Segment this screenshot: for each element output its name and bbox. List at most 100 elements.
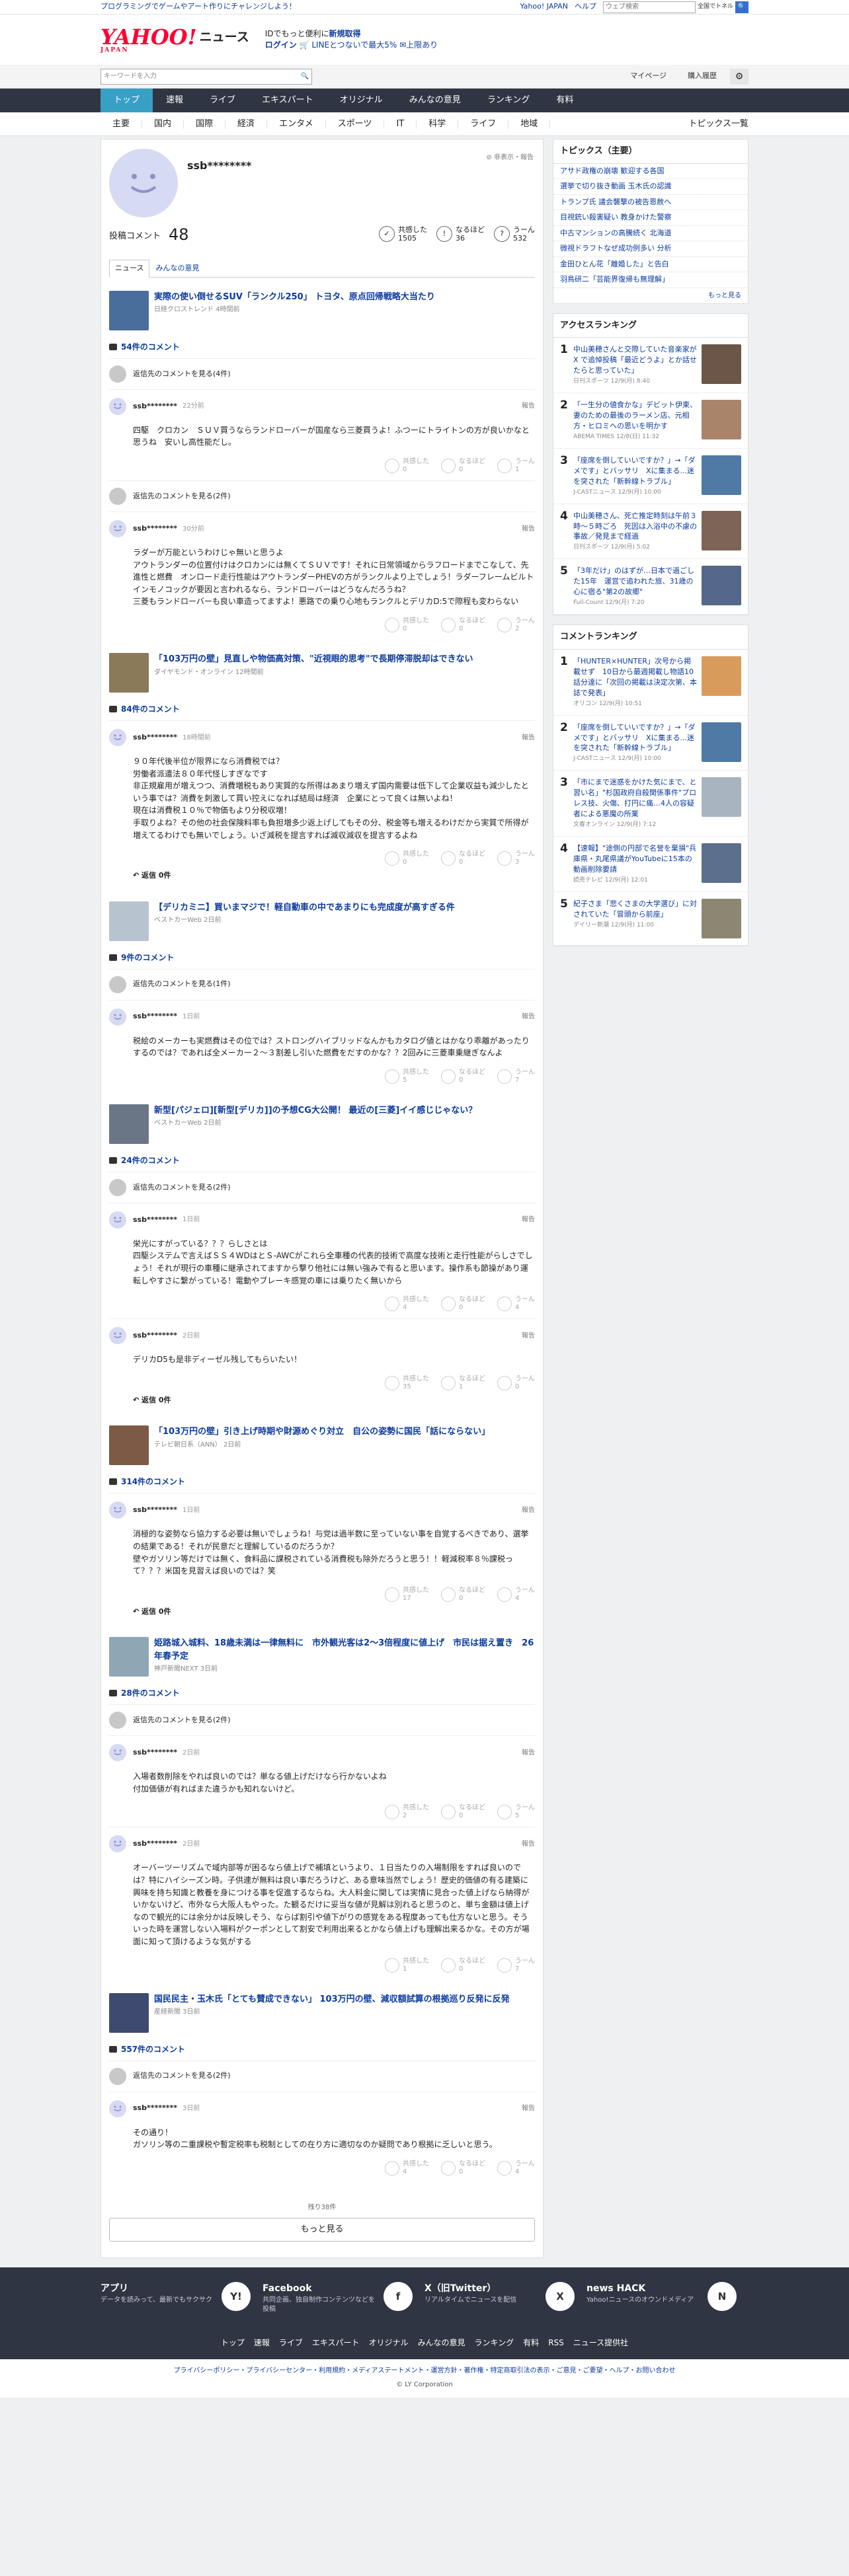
comment-username[interactable]: ssb******** xyxy=(133,1011,177,1022)
topic-item[interactable]: 目視銃い殺害疑い 教身かけた警察 xyxy=(553,210,748,226)
web-search-input[interactable] xyxy=(602,1,696,13)
comment-count-link[interactable]: 28件のコメント xyxy=(109,1687,535,1699)
reaction-empathy-button[interactable]: 共感した 0 xyxy=(385,851,429,866)
comment-count-link[interactable]: 557件のコメント xyxy=(109,2043,535,2055)
reaction-insight-button[interactable]: なるほど 0 xyxy=(441,458,485,474)
ranking-item[interactable]: 4 【速報】"途側の円部で名誉を棄損"兵庫県・丸尾県議がYouTubeに15本の動… xyxy=(553,837,748,893)
reaction-hmm-button[interactable]: うーん 4 xyxy=(497,2160,535,2176)
footer-link[interactable]: トップ xyxy=(221,2337,245,2349)
comment-username[interactable]: ssb******** xyxy=(133,1330,177,1342)
gnav-item-live[interactable]: ライブ xyxy=(196,89,249,112)
topic-item[interactable]: 金田ひとん花「離婚した」と告白 xyxy=(553,257,748,272)
hide-report-link[interactable]: ⊘ 非表示・報告 xyxy=(486,153,534,163)
gnav-item-opinions[interactable]: みんなの意見 xyxy=(396,89,474,112)
reaction-insight-button[interactable]: なるほど 0 xyxy=(441,851,485,866)
ranking-thumbnail[interactable] xyxy=(702,843,741,884)
category-entertainment[interactable]: エンタメ xyxy=(267,119,326,129)
legal-links[interactable]: プライバシーポリシー・プライバシーセンター・利用規約・メディアステートメント・運… xyxy=(0,2359,849,2380)
article-header[interactable]: 実際の使い倒せるSUV「ランクル250」 トヨタ、原点回帰戦略大当たり 日経クロス… xyxy=(109,290,535,330)
reaction-hmm-button[interactable]: うーん 7 xyxy=(497,1069,535,1084)
comment-username[interactable]: ssb******** xyxy=(133,732,177,743)
gnav-item-original[interactable]: オリジナル xyxy=(327,89,396,112)
category-world[interactable]: 国際 xyxy=(184,119,226,129)
signup-link[interactable]: 新規取得 xyxy=(329,29,361,38)
comment-username[interactable]: ssb******** xyxy=(133,1838,177,1850)
other-comment-link[interactable]: 返信先のコメントを見る(2件) xyxy=(109,1171,535,1203)
ranking-title[interactable]: 【速報】"途側の円部で名誉を棄損"兵庫県・丸尾県議がYouTubeに15本の動画… xyxy=(573,844,696,874)
article-thumbnail[interactable] xyxy=(109,653,149,693)
gnav-item-expert[interactable]: エキスパート xyxy=(249,89,327,112)
other-comment-link[interactable]: 返信先のコメントを見る(1件) xyxy=(109,968,535,1000)
article-thumbnail[interactable] xyxy=(109,1637,149,1677)
search-scope[interactable]: 全国でトネル xyxy=(698,3,733,12)
footer-link[interactable]: 有料 xyxy=(523,2337,539,2349)
article-header[interactable]: 国民民主・玉木氏「とても賛成できない」 103万円の壁、減収額試算の根拠巡り反発… xyxy=(109,1992,535,2033)
ranking-title[interactable]: 「市にまで迷惑をかけた気にまで、と習い名」"杉国政府自殺関係事件"プロレス技、火… xyxy=(573,778,697,818)
search-icon[interactable]: 🔍 xyxy=(301,71,309,81)
topic-item[interactable]: 微視ドラフトなぜ成功例多い 分析 xyxy=(553,241,748,257)
article-title[interactable]: 新型[パジェロ][新型[デリカ]]の予想CG大公開！ 最近の[三菱]イイ感じじゃ… xyxy=(154,1104,477,1118)
article-thumbnail[interactable] xyxy=(109,1104,149,1144)
reaction-hmm-button[interactable]: うーん 7 xyxy=(497,1957,535,1973)
article-title[interactable]: 「103万円の壁」見直しや物価高対策、"近視眼的思考"で長期停滞脱却はできない xyxy=(154,653,473,666)
comment-count-link[interactable]: 54件のコメント xyxy=(109,341,535,353)
reaction-insight-button[interactable]: なるほど 0 xyxy=(441,1587,485,1603)
category-science[interactable]: 科学 xyxy=(417,119,459,129)
ranking-item[interactable]: 2 「座席を倒していいですか？」→「ダメです」とバッサリ Xに集まる...迷を突さ… xyxy=(553,716,748,771)
topic-item[interactable]: アサド政権の崩壊 歓迎する各国 xyxy=(553,164,748,179)
ranking-title[interactable]: 「HUNTER×HUNTER」次号から掲載せず 10日から最週掲載し物語10話分… xyxy=(573,657,697,697)
comment-username[interactable]: ssb******** xyxy=(133,1747,177,1759)
ranking-title[interactable]: 中山美穂さんと交際していた音楽家がX で追悼投稿「最近どうよ」とか話せたらと思っ… xyxy=(573,345,697,375)
show-more-button[interactable]: もっと見る xyxy=(109,2217,535,2242)
promo-link[interactable]: プログラミングでゲームやアート作りにチャレンジしよう！ xyxy=(101,1,296,13)
article-header[interactable]: 姫路城入城料、18歳未満は一律無料に 市外観光客は2～3倍程度に値上げ 市民は据… xyxy=(109,1637,535,1677)
reaction-empathy-button[interactable]: 共感した 0 xyxy=(385,617,429,633)
reaction-empathy-button[interactable]: 共感した 1 xyxy=(385,1957,429,1973)
article-header[interactable]: 「103万円の壁」見直しや物価高対策、"近視眼的思考"で長期停滞脱却はできないダ… xyxy=(109,653,535,693)
reaction-insight-button[interactable]: なるほど 1 xyxy=(441,1375,485,1391)
footer-link[interactable]: オリジナル xyxy=(369,2337,409,2349)
footer-link[interactable]: RSS xyxy=(548,2337,564,2349)
gnav-item-top[interactable]: トップ xyxy=(101,89,153,112)
category-domestic[interactable]: 国内 xyxy=(142,119,184,129)
tab-opinions[interactable]: みんなの意見 xyxy=(149,260,205,278)
article-header[interactable]: 新型[パジェロ][新型[デリカ]]の予想CG大公開！ 最近の[三菱]イイ感じじゃ… xyxy=(109,1104,535,1144)
search-icon[interactable]: 🔍 xyxy=(735,1,748,13)
ranking-title[interactable]: 中山美穂さん、死亡推定時刻は午前３時～５時ごろ 死因は入浴中の不慮の事故／発見ま… xyxy=(573,511,697,541)
replies-toggle[interactable]: ↶ 返信 0件 xyxy=(133,870,535,882)
ranking-item[interactable]: 4 中山美穂さん、死亡推定時刻は午前３時～５時ごろ 死因は入浴中の不慮の事故／発見… xyxy=(553,504,748,560)
footer-link[interactable]: ランキング xyxy=(475,2337,514,2349)
ranking-item[interactable]: 3 「市にまで迷惑をかけた気にまで、と習い名」"杉国政府自殺関係事件"プロレス技、… xyxy=(553,771,748,837)
report-link[interactable]: 報告 xyxy=(522,1012,535,1022)
article-title[interactable]: 「103万円の壁」引き上げ時期や財源めぐり対立 自公の姿勢に国民「話にならない」 xyxy=(154,1425,490,1439)
reaction-empathy-button[interactable]: 共感した 4 xyxy=(385,2160,429,2176)
category-it[interactable]: IT xyxy=(384,119,417,129)
report-link[interactable]: 報告 xyxy=(522,524,535,534)
ranking-item[interactable]: 1 中山美穂さんと交際していた音楽家がX で追悼投稿「最近どうよ」とか話せたらと思… xyxy=(553,338,748,393)
category-local[interactable]: 地域 xyxy=(508,119,551,129)
comment-count-link[interactable]: 9件のコメント xyxy=(109,952,535,964)
yahoo-japan-link[interactable]: Yahoo! JAPAN xyxy=(520,1,568,13)
help-link[interactable]: ヘルプ xyxy=(575,1,596,13)
category-sports[interactable]: スポーツ xyxy=(326,119,385,129)
reaction-empathy-button[interactable]: 共感した 4 xyxy=(385,1296,429,1312)
gear-icon[interactable]: ⚙ xyxy=(730,68,748,85)
ranking-thumbnail[interactable] xyxy=(702,899,741,939)
article-thumbnail[interactable] xyxy=(109,901,149,941)
reaction-hmm-button[interactable]: うーん 4 xyxy=(497,1296,535,1312)
reaction-insight-button[interactable]: なるほど 0 xyxy=(441,1804,485,1820)
topic-item[interactable]: 中古マンションの高騰続く 北海道 xyxy=(553,226,748,241)
footer-link[interactable]: 速報 xyxy=(254,2337,270,2349)
topics-list-link[interactable]: トピックス一覧 xyxy=(688,118,748,131)
comment-username[interactable]: ssb******** xyxy=(133,523,177,535)
comment-username[interactable]: ssb******** xyxy=(133,1505,177,1516)
reaction-empathy-button[interactable]: 共感した 0 xyxy=(385,458,429,474)
ranking-title[interactable]: 「一生分の値食かな」デビット伊東、妻のための最後のラーメン店、元相方・ヒロミへの… xyxy=(573,400,697,430)
footer-card-facebook[interactable]: Facebook 共同企画、独自制作コンテンツなどを投稿 f xyxy=(263,2281,425,2328)
article-header[interactable]: 「103万円の壁」引き上げ時期や財源めぐり対立 自公の姿勢に国民「話にならない」… xyxy=(109,1425,535,1466)
reaction-empathy-button[interactable]: 共感した 17 xyxy=(385,1587,429,1603)
reaction-empathy-button[interactable]: 共感した 35 xyxy=(385,1375,429,1391)
report-link[interactable]: 報告 xyxy=(522,1215,535,1225)
ranking-title[interactable]: 紀子さま「悲くさまの大学選び」に対されていた「冒頭から前座」 xyxy=(573,899,697,919)
category-economy[interactable]: 経済 xyxy=(225,119,268,129)
